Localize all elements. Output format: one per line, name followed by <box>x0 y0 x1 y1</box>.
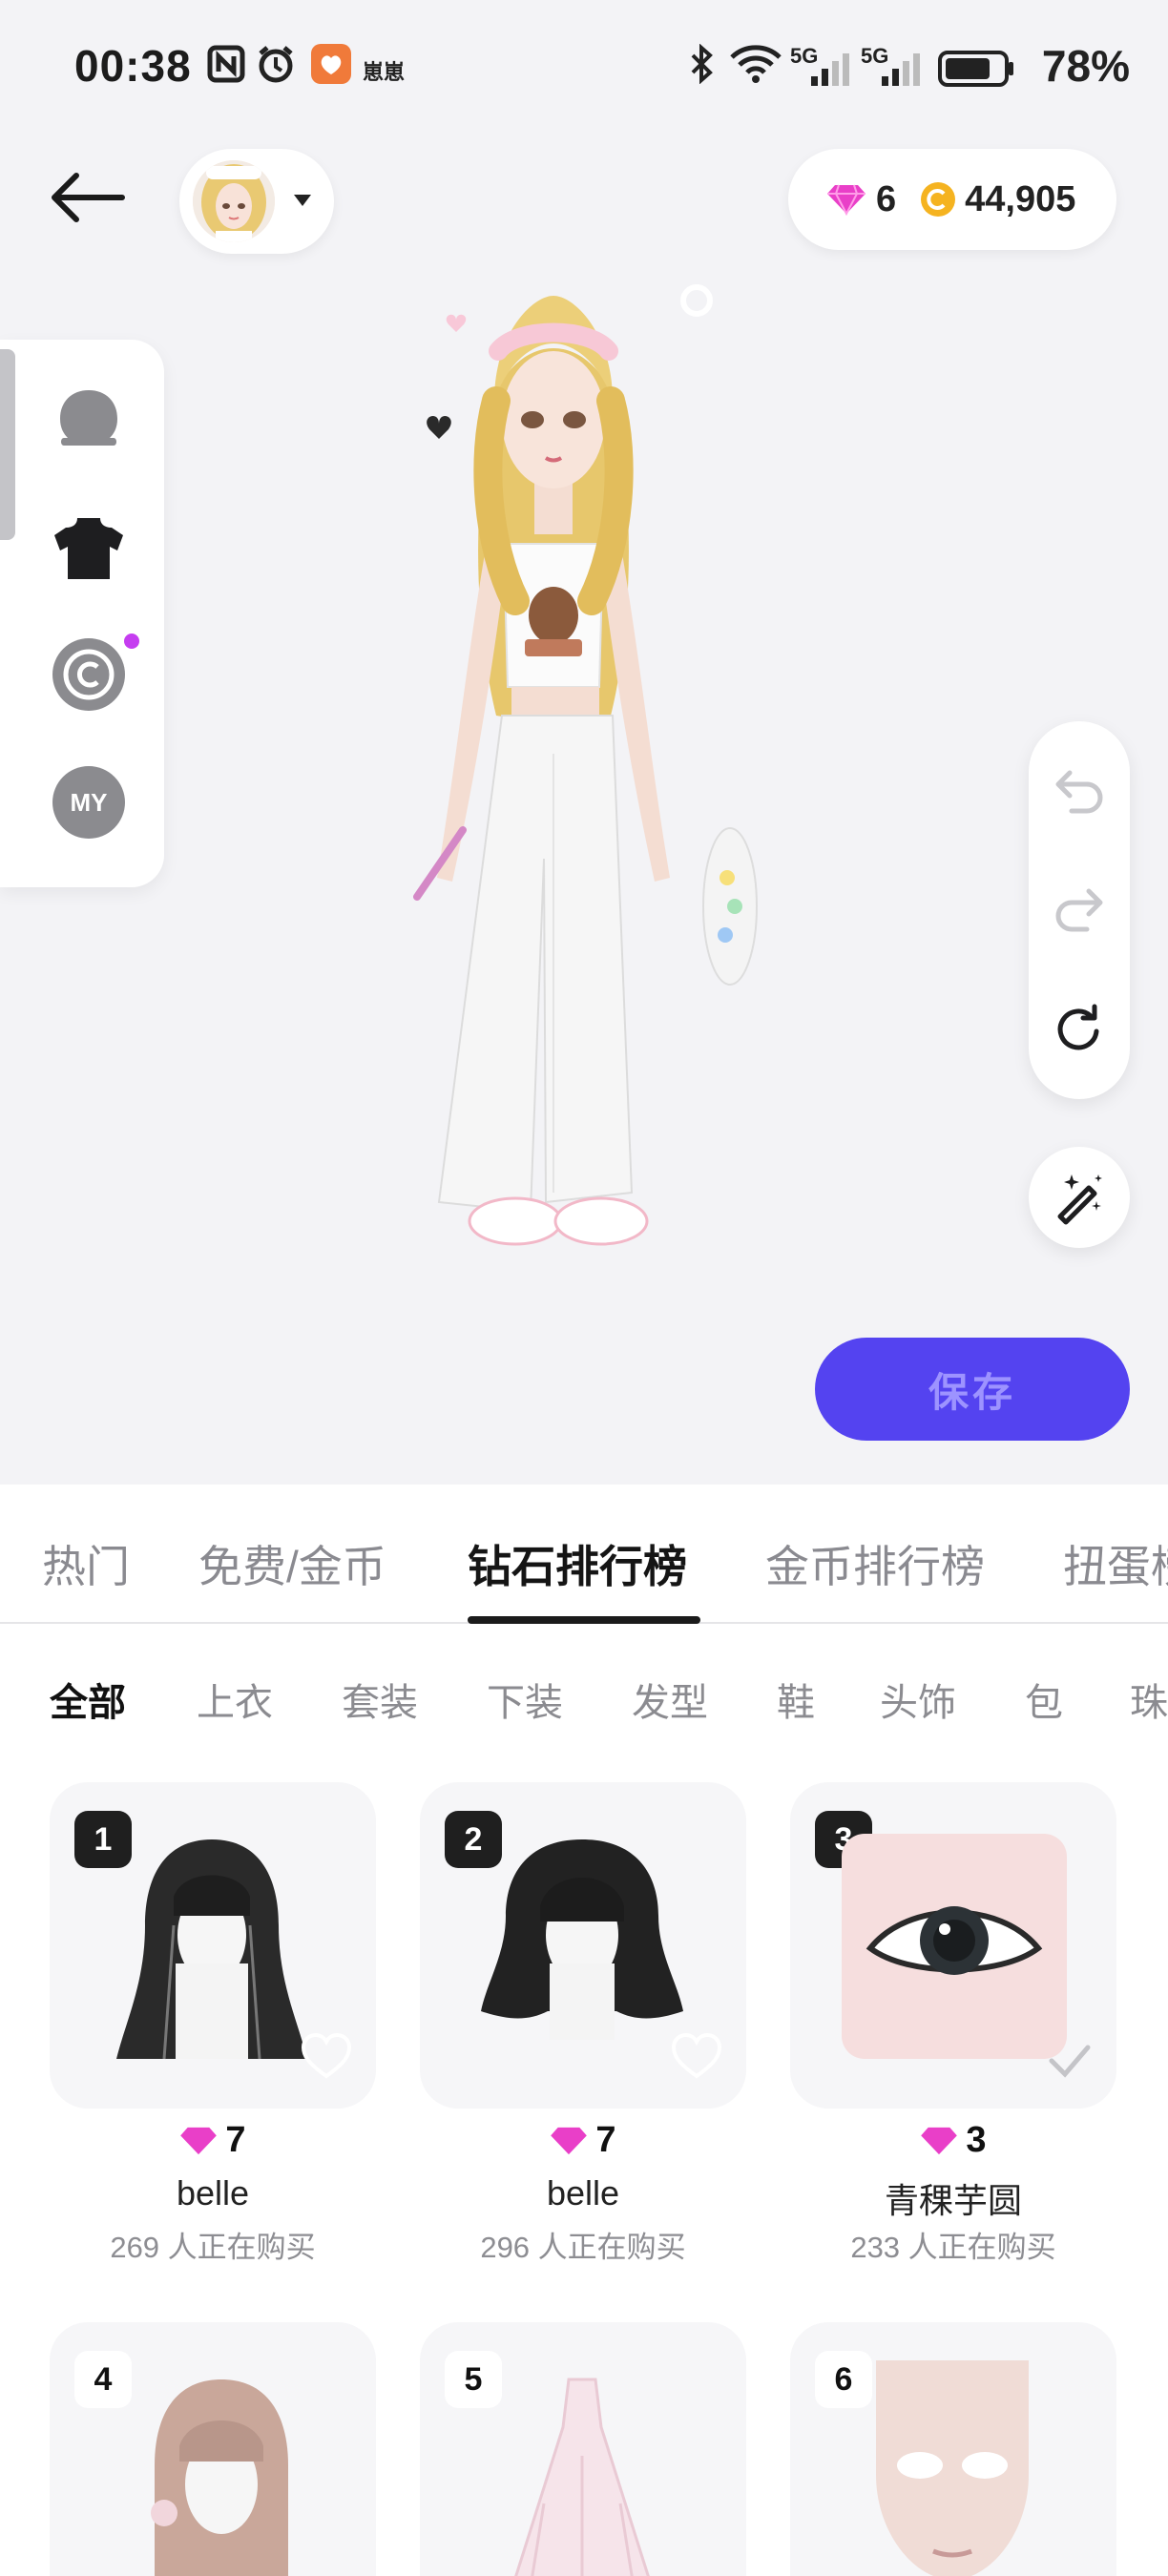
nfc-icon <box>206 44 246 84</box>
active-tab-indicator <box>468 1616 700 1624</box>
diamond-count: 6 <box>876 178 897 219</box>
side-item-clothing[interactable] <box>46 506 132 592</box>
main-tabs: 热门 免费/金币 钻石排行榜 金币排行榜 扭蛋榜 <box>0 1485 1168 1624</box>
tshirt-icon <box>54 518 123 579</box>
item-name: 青稞芋圆 <box>884 2181 1022 2220</box>
subtab-jewelry-clip: 珠 <box>1130 1672 1168 1725</box>
app-notification-icon <box>311 44 351 84</box>
item-price: 7 <box>50 2120 376 2161</box>
wifi-icon <box>727 44 784 84</box>
subtab-bags[interactable]: 包 <box>1025 1672 1063 1727</box>
currency-balance[interactable]: 6 44,905 <box>788 149 1116 250</box>
diamond-icon <box>921 2127 958 2154</box>
item-price: 7 <box>420 2120 746 2161</box>
subtab-headwear[interactable]: 头饰 <box>880 1672 956 1727</box>
subtab-shoes[interactable]: 鞋 <box>777 1672 815 1727</box>
magic-wand-icon <box>1057 1174 1102 1225</box>
alarm-icon <box>256 44 296 84</box>
redo-button[interactable] <box>1029 859 1130 960</box>
buyer-count: 269 人正在购买 <box>110 2231 316 2264</box>
buyer-count: 233 人正在购买 <box>850 2231 1056 2264</box>
side-item-head[interactable] <box>46 378 132 464</box>
notification-dot <box>124 634 139 649</box>
my-icon: MY <box>52 766 125 839</box>
item-card[interactable]: 4 <box>50 2322 376 2576</box>
copyright-icon <box>52 638 125 711</box>
status-time: 00:38 <box>74 41 192 91</box>
hair-thumbnail <box>116 1839 307 2060</box>
signal-icon <box>807 50 855 88</box>
coin-count: 44,905 <box>965 178 1076 219</box>
character-preview[interactable] <box>372 258 792 1402</box>
subtab-outfits[interactable]: 套装 <box>342 1672 418 1727</box>
undo-button[interactable] <box>1029 740 1130 841</box>
status-bar: 00:38 崽崽 5G 5G 78% <box>0 0 1168 134</box>
battery-icon <box>937 50 1015 88</box>
refresh-icon <box>1057 1004 1099 1050</box>
tab-diamond-ranking[interactable]: 钻石排行榜 <box>468 1532 687 1595</box>
side-item-my[interactable]: MY <box>46 759 132 845</box>
diamond-icon <box>827 184 866 216</box>
item-panel: 热门 免费/金币 钻石排行榜 金币排行榜 扭蛋榜 全部 上衣 套装 下装 发型 … <box>0 1485 1168 2576</box>
magic-wand-button[interactable] <box>1029 1147 1130 1248</box>
diamond-icon <box>180 2127 218 2154</box>
item-card[interactable]: 5 <box>420 2322 746 2576</box>
price-value: 3 <box>966 2120 987 2160</box>
price-value: 7 <box>225 2120 246 2160</box>
coin-icon <box>921 182 956 217</box>
avatar <box>193 160 275 242</box>
eye-thumbnail <box>842 1834 1067 2059</box>
save-button[interactable]: 保存 <box>815 1338 1130 1441</box>
item-name: belle <box>176 2173 250 2212</box>
item-price: 3 <box>790 2120 1116 2161</box>
checkmark-icon <box>1049 2045 1091 2078</box>
subtab-jewelry[interactable]: 珠 <box>1130 1672 1168 1725</box>
hair-thumbnail <box>151 2379 288 2576</box>
side-menu-scroll-indicator <box>0 349 15 540</box>
head-icon <box>60 390 117 446</box>
subtab-tops[interactable]: 上衣 <box>197 1672 273 1727</box>
heart-icon[interactable] <box>300 2032 353 2080</box>
face-thumbnail <box>876 2360 1029 2576</box>
subtab-hairstyle[interactable]: 发型 <box>632 1672 708 1727</box>
item-card[interactable]: 3 <box>790 1782 1116 2109</box>
tab-hot[interactable]: 热门 <box>42 1532 130 1595</box>
tab-gacha-ranking[interactable]: 扭蛋榜 <box>1063 1532 1168 1589</box>
hair-thumbnail <box>481 1839 683 2040</box>
heart-icon[interactable] <box>670 2032 723 2080</box>
reset-button[interactable] <box>1029 979 1130 1080</box>
price-value: 7 <box>595 2120 616 2160</box>
category-side-menu: MY <box>0 340 164 887</box>
redo-icon <box>1055 888 1103 932</box>
arrow-left-icon <box>52 173 125 222</box>
item-card[interactable]: 6 <box>790 2322 1116 2576</box>
signal-icon-2 <box>878 50 926 88</box>
buyer-count: 296 人正在购买 <box>480 2231 686 2264</box>
diamond-icon <box>551 2127 588 2154</box>
character-selector[interactable] <box>179 149 334 254</box>
tab-free-coin[interactable]: 免费/金币 <box>198 1532 386 1595</box>
status-app-label: 崽崽 <box>363 60 406 84</box>
battery-percent: 78% <box>1041 41 1130 91</box>
side-item-brand[interactable] <box>46 632 139 717</box>
item-card[interactable]: 1 <box>50 1782 376 2109</box>
back-button[interactable] <box>48 168 134 235</box>
item-card[interactable]: 2 <box>420 1782 746 2109</box>
tab-coin-ranking[interactable]: 金币排行榜 <box>765 1532 985 1595</box>
dress-thumbnail <box>514 2378 650 2576</box>
bluetooth-icon <box>681 44 721 84</box>
undo-icon <box>1055 770 1103 814</box>
item-name: belle <box>546 2173 620 2212</box>
edit-toolbar <box>1029 721 1130 1099</box>
tab-gacha-clip: 扭蛋榜 <box>1063 1532 1168 1589</box>
subtab-bottoms[interactable]: 下装 <box>487 1672 563 1727</box>
rank-badge: 4 <box>74 2351 132 2408</box>
subtab-all[interactable]: 全部 <box>50 1672 126 1727</box>
caret-down-icon <box>292 193 313 213</box>
